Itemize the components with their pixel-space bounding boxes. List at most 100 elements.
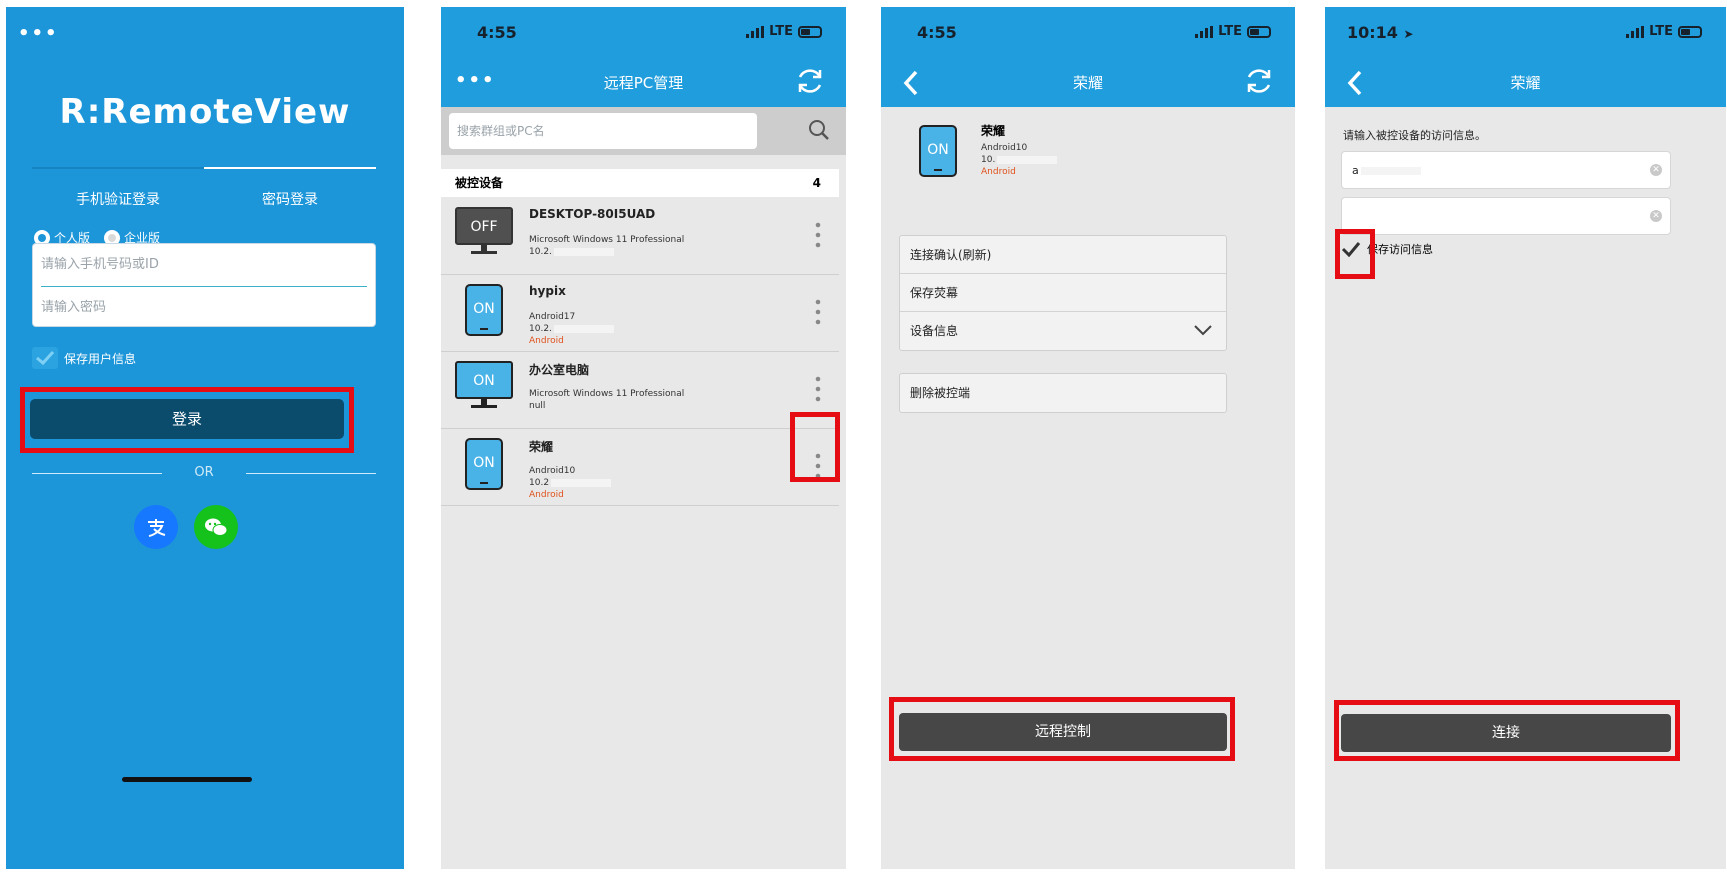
section-header: 被控设备 4 — [441, 169, 839, 197]
more-icon[interactable]: ••• — [18, 23, 59, 44]
refresh-icon[interactable] — [1243, 65, 1275, 97]
app-logo: R:RemoteView — [6, 92, 404, 132]
login-form: 请输入手机号码或ID 请输入密码 — [32, 243, 376, 327]
device-os: Microsoft Windows 11 Professional — [529, 235, 685, 245]
login-button[interactable]: 登录 — [30, 399, 344, 439]
password-field[interactable]: 请输入密码 — [33, 287, 375, 329]
delete-device-button[interactable]: 删除被控端 — [900, 374, 1226, 412]
device-state: ON — [473, 373, 495, 389]
menu-connect-confirm[interactable]: 连接确认(刷新) — [900, 236, 1226, 274]
device-os: Android17 — [529, 312, 576, 322]
checkmark-icon — [1341, 242, 1361, 257]
device-os: Android10 — [981, 143, 1028, 153]
more-vertical-icon[interactable] — [815, 221, 821, 249]
or-divider: OR — [32, 465, 376, 480]
back-icon[interactable] — [899, 69, 925, 97]
device-platform: Android — [529, 336, 564, 346]
access-password-input[interactable]: ✕ — [1341, 197, 1671, 235]
menu-device-info[interactable]: 设备信息 — [900, 312, 1226, 350]
device-name: 荣耀 — [529, 440, 554, 454]
device-os: Android10 — [529, 466, 576, 476]
search-icon[interactable] — [808, 119, 830, 141]
chevron-down-icon — [1194, 325, 1212, 336]
alipay-icon[interactable] — [134, 505, 178, 549]
device-state: ON — [473, 455, 495, 471]
device-state: OFF — [470, 219, 497, 235]
home-indicator — [122, 777, 252, 782]
network-type: LTE — [1218, 24, 1242, 39]
access-prompt: 请输入被控设备的访问信息。 — [1343, 129, 1486, 142]
menu-device-info-label: 设备信息 — [910, 324, 959, 338]
refresh-icon[interactable] — [794, 65, 826, 97]
device-ip-text: 10.2. — [529, 247, 552, 257]
device-row[interactable]: ON 荣耀 Android10 10.2 Android — [441, 430, 839, 506]
network-type: LTE — [1649, 24, 1673, 39]
signal-icon — [1626, 25, 1645, 38]
status-signal: LTE — [746, 24, 822, 39]
page-title: 远程PC管理 — [603, 74, 684, 92]
monitor-on-icon: ON — [455, 361, 513, 408]
device-row[interactable]: OFF DESKTOP-80I5UAD Microsoft Windows 11… — [441, 199, 839, 275]
connect-button[interactable]: 连接 — [1341, 714, 1671, 752]
network-type: LTE — [769, 24, 793, 39]
device-platform: Android — [981, 167, 1016, 177]
status-bar: 4:55 LTE — [441, 7, 846, 59]
login-tabs: 手机验证登录 密码登录 — [32, 167, 376, 217]
clear-icon[interactable]: ✕ — [1650, 210, 1662, 222]
device-ip: 10. — [981, 155, 1058, 165]
device-platform: Android — [529, 490, 564, 500]
access-info-screen: 10:14 ➤ LTE 荣耀 请输入被控设备的访问信息。 a ✕ ✕ 保存访问信… — [1325, 7, 1726, 869]
search-input[interactable]: 搜索群组或PC名 — [449, 113, 757, 149]
device-row[interactable]: ON 办公室电脑 Microsoft Windows 11 Profession… — [441, 353, 839, 429]
search-bar: 搜索群组或PC名 — [441, 107, 846, 155]
menu-save-screen[interactable]: 保存荧幕 — [900, 274, 1226, 312]
device-ip: 10.2 — [529, 478, 612, 488]
alipay-glyph — [148, 519, 166, 537]
device-ip-text: 10.2 — [529, 478, 550, 488]
page-title: 荣耀 — [1510, 74, 1541, 92]
more-icon[interactable]: ••• — [455, 57, 496, 105]
location-icon: ➤ — [1403, 27, 1414, 41]
device-card: ON 荣耀 Android10 10. Android — [913, 117, 1273, 197]
device-name: hypix — [529, 284, 566, 298]
remote-control-button[interactable]: 远程控制 — [899, 713, 1227, 751]
battery-icon — [1678, 25, 1702, 38]
access-id-input[interactable]: a ✕ — [1341, 151, 1671, 189]
status-bar: 4:55 LTE — [881, 7, 1295, 59]
wechat-glyph — [205, 518, 228, 536]
monitor-off-icon: OFF — [455, 207, 513, 254]
access-id-value: a — [1352, 164, 1359, 177]
save-user-info-label: 保存用户信息 — [64, 351, 137, 366]
status-bar: 10:14 ➤ LTE — [1325, 7, 1726, 59]
more-vertical-icon[interactable] — [815, 375, 821, 403]
status-time-text: 10:14 — [1347, 23, 1398, 42]
page-title: 荣耀 — [1072, 74, 1103, 92]
tab-underline-active — [204, 167, 376, 169]
nav-bar: 荣耀 — [1325, 59, 1726, 107]
device-ip-text: 10.2. — [529, 324, 552, 334]
pc-management-screen: 4:55 LTE ••• 远程PC管理 搜索群组或PC名 被控设备 4 OFF … — [441, 7, 846, 869]
wechat-icon[interactable] — [194, 505, 238, 549]
save-user-info-toggle[interactable]: 保存用户信息 — [32, 347, 136, 369]
section-title: 被控设备 — [455, 176, 504, 190]
device-row[interactable]: ON hypix Android17 10.2. Android — [441, 276, 839, 352]
more-vertical-icon[interactable] — [815, 452, 821, 480]
more-vertical-icon[interactable] — [815, 298, 821, 326]
device-os: Microsoft Windows 11 Professional — [529, 389, 685, 399]
device-name: 办公室电脑 — [529, 363, 590, 377]
status-time: 4:55 — [917, 23, 957, 42]
device-count: 4 — [812, 176, 821, 190]
tablet-on-icon: ON — [919, 125, 957, 177]
device-state: ON — [927, 142, 949, 158]
device-ip: 10.2. — [529, 324, 614, 334]
tab-underline-inactive — [32, 167, 204, 169]
tablet-on-icon: ON — [465, 438, 503, 490]
tab-password-login[interactable]: 密码登录 — [204, 189, 376, 209]
device-name: 荣耀 — [981, 124, 1006, 138]
clear-icon[interactable]: ✕ — [1650, 164, 1662, 176]
phone-id-field[interactable]: 请输入手机号码或ID — [33, 244, 375, 286]
tab-sms-login[interactable]: 手机验证登录 — [32, 189, 204, 209]
device-state: ON — [473, 301, 495, 317]
back-icon[interactable] — [1343, 69, 1369, 97]
save-access-info-toggle[interactable]: 保存访问信息 — [1341, 241, 1433, 257]
